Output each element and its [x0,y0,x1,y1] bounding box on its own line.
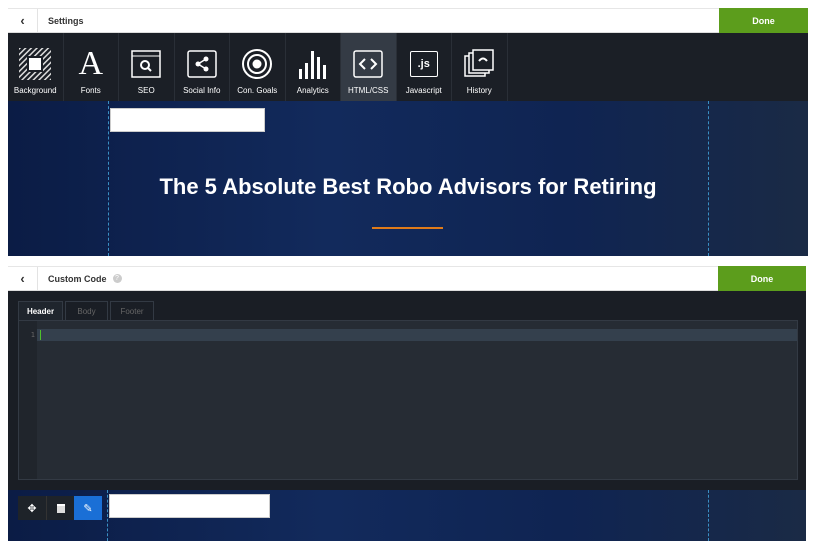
done-button[interactable]: Done [718,266,806,291]
chevron-left-icon: ‹ [20,271,25,286]
text-element-box[interactable] [110,108,265,132]
guide-line [107,490,108,541]
line-number: 1 [30,331,35,339]
delete-button[interactable] [46,496,74,520]
tool-html-css[interactable]: HTML/CSS [341,33,397,101]
history-icon [463,47,495,81]
code-editor[interactable]: 1 [18,320,798,480]
settings-title: Settings [48,15,84,26]
seo-search-icon [131,47,161,81]
done-button[interactable]: Done [719,8,808,33]
hero-section: The 5 Absolute Best Robo Advisors for Re… [8,101,808,256]
chevron-left-icon: ‹ [20,13,25,28]
settings-header: ‹ Settings [8,8,808,33]
hero-title[interactable]: The 5 Absolute Best Robo Advisors for Re… [8,174,808,200]
font-icon: A [78,45,104,82]
guide-line [708,490,709,541]
tool-social-info[interactable]: Social Info [175,33,230,101]
custom-code-header: ‹ Custom Code ? [8,266,806,291]
hero-divider [372,227,443,229]
settings-toolbar: Background A Fonts SEO Social Info Con. G… [8,33,808,101]
tool-analytics[interactable]: Analytics [286,33,341,101]
tool-javascript[interactable]: .js Javascript [397,33,452,101]
edit-button[interactable]: ✎ [74,496,102,520]
tool-history[interactable]: History [452,33,508,101]
hero-section-bottom: ✥ ✎ [8,490,806,541]
active-line [37,329,797,341]
element-toolbar: ✥ ✎ [18,496,102,520]
custom-code-title: Custom Code [48,273,107,284]
text-element-box[interactable] [109,494,270,518]
trash-icon [56,503,65,513]
tab-header[interactable]: Header [18,301,63,320]
tab-footer[interactable]: Footer [110,301,154,320]
share-icon [187,47,217,81]
code-tabs: Header Body Footer [18,301,798,321]
pencil-icon: ✎ [83,502,93,515]
js-icon: .js [409,47,438,81]
cursor [40,330,41,340]
tool-con-goals[interactable]: Con. Goals [230,33,286,101]
help-icon[interactable]: ? [112,274,122,283]
tool-fonts[interactable]: A Fonts [64,33,119,101]
target-icon [241,47,273,81]
line-gutter [19,321,37,479]
move-icon: ✥ [27,502,37,515]
move-button[interactable]: ✥ [18,496,46,520]
code-icon [353,47,383,81]
back-button[interactable]: ‹ [8,267,38,290]
background-icon [19,47,52,81]
code-editor-panel: Header Body Footer 1 [8,291,806,490]
tab-body[interactable]: Body [65,301,108,320]
tool-seo[interactable]: SEO [119,33,175,101]
tool-background[interactable]: Background [8,33,64,101]
bar-chart-icon [297,47,329,81]
back-button[interactable]: ‹ [8,9,38,32]
